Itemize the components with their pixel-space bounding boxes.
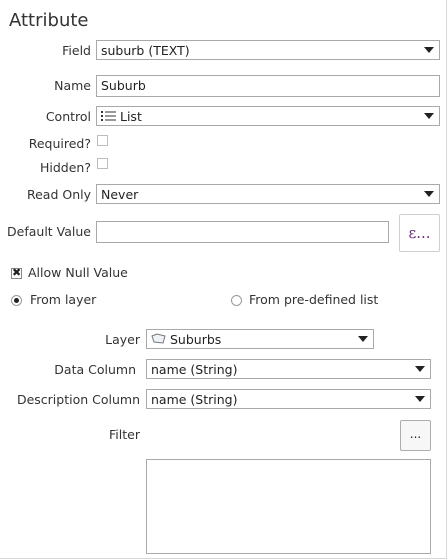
allow-null-label: Allow Null Value bbox=[28, 265, 128, 280]
description-column-label: Description Column bbox=[16, 392, 140, 407]
chevron-down-icon bbox=[419, 41, 439, 59]
expression-button[interactable]: ε... bbox=[399, 214, 440, 252]
data-column-label: Data Column bbox=[54, 362, 136, 377]
read-only-value: Never bbox=[101, 186, 139, 202]
ellipsis-icon: ... bbox=[409, 426, 422, 441]
layer-value: Suburbs bbox=[170, 331, 222, 347]
name-input[interactable]: Suburb bbox=[96, 75, 440, 97]
required-label: Required? bbox=[28, 136, 91, 151]
layer-label: Layer bbox=[105, 332, 140, 347]
required-checkbox[interactable] bbox=[97, 135, 108, 146]
field-value: suburb (TEXT) bbox=[101, 42, 190, 58]
field-select[interactable]: suburb (TEXT) bbox=[96, 40, 440, 60]
from-list-radio[interactable] bbox=[231, 295, 242, 306]
control-select[interactable]: List bbox=[96, 106, 440, 126]
filter-label: Filter bbox=[109, 427, 140, 442]
description-column-select[interactable]: name (String) bbox=[146, 389, 431, 409]
from-layer-radio[interactable] bbox=[11, 295, 22, 306]
chevron-down-icon bbox=[419, 107, 439, 125]
read-only-select[interactable]: Never bbox=[96, 184, 440, 204]
chevron-down-icon bbox=[353, 330, 373, 348]
chevron-down-icon bbox=[410, 360, 430, 378]
description-column-value: name (String) bbox=[151, 391, 238, 407]
filter-button[interactable]: ... bbox=[400, 420, 431, 451]
chevron-down-icon bbox=[410, 390, 430, 408]
default-value-input[interactable] bbox=[96, 221, 389, 243]
control-value: List bbox=[120, 108, 142, 124]
data-column-value: name (String) bbox=[151, 361, 238, 377]
attribute-panel: Attribute Field suburb (TEXT) Name Subur… bbox=[0, 0, 447, 559]
list-icon bbox=[101, 110, 117, 122]
chevron-down-icon bbox=[419, 185, 439, 203]
control-label: Control bbox=[45, 109, 91, 124]
allow-null-checkbox[interactable]: ✖ bbox=[11, 266, 22, 279]
hidden-label: Hidden? bbox=[40, 160, 91, 175]
field-label: Field bbox=[62, 43, 91, 58]
expression-icon: ε... bbox=[408, 224, 431, 242]
panel-title: Attribute bbox=[9, 10, 89, 31]
layer-select[interactable]: Suburbs bbox=[146, 329, 374, 349]
checkbox-x-icon: ✖ bbox=[12, 266, 22, 279]
from-layer-label: From layer bbox=[30, 292, 97, 307]
data-column-select[interactable]: name (String) bbox=[146, 359, 431, 379]
name-label: Name bbox=[54, 78, 91, 93]
default-value-label: Default Value bbox=[7, 224, 91, 239]
filter-textarea[interactable] bbox=[146, 459, 431, 554]
read-only-label: Read Only bbox=[26, 187, 91, 202]
from-list-label: From pre-defined list bbox=[249, 292, 379, 307]
hidden-checkbox[interactable] bbox=[97, 158, 108, 169]
polygon-layer-icon bbox=[151, 333, 167, 345]
